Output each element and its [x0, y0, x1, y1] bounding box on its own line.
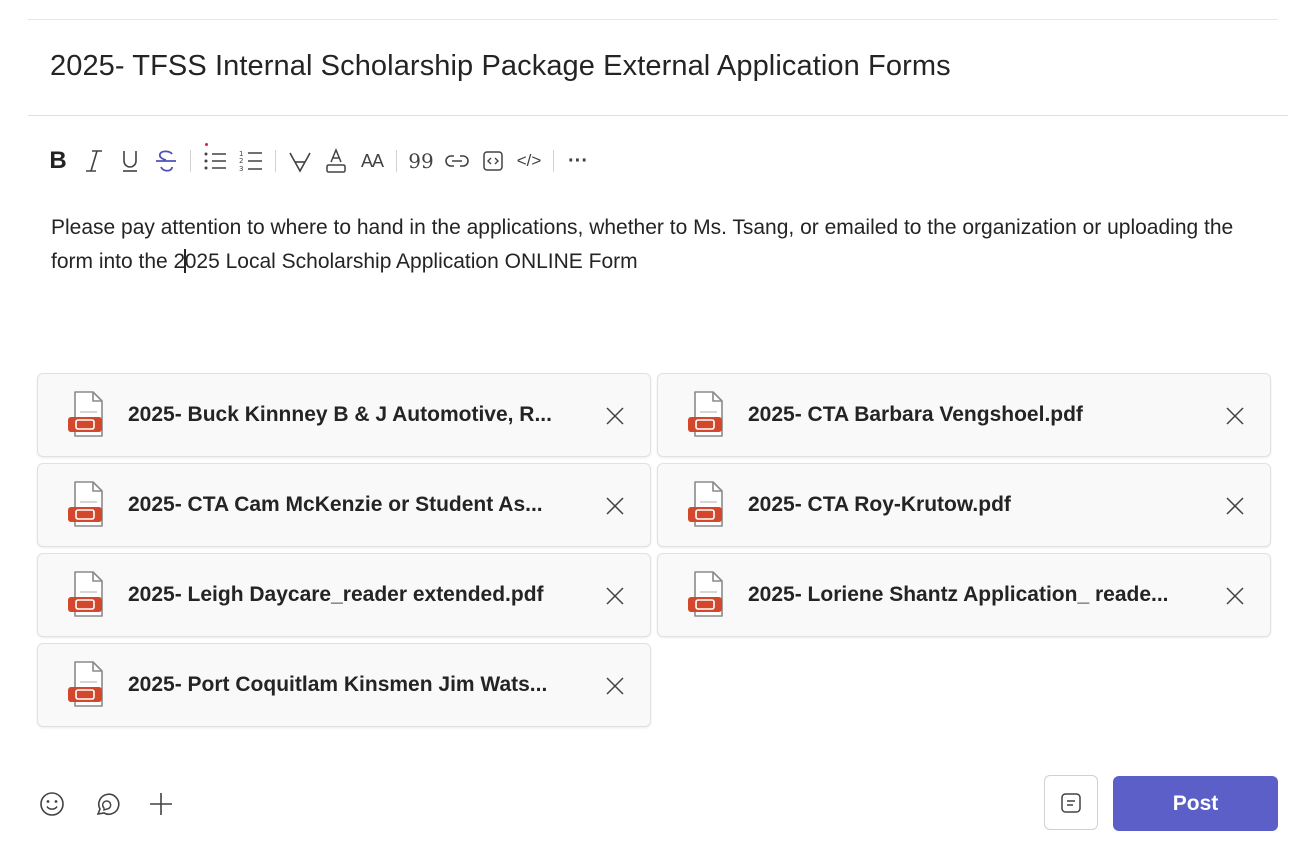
font-size-button[interactable]: AA: [354, 141, 390, 181]
toolbar-separator: [190, 150, 191, 172]
strikethrough-icon: [156, 150, 176, 172]
close-icon: [1226, 407, 1244, 425]
attachment-name: 2025- Buck Kinnney B & J Automotive, R..…: [128, 403, 552, 426]
pdf-file-icon: [66, 390, 106, 440]
remove-attachment-button[interactable]: [602, 403, 628, 429]
close-icon: [606, 497, 624, 515]
message-body[interactable]: Please pay attention to where to hand in…: [51, 211, 1271, 279]
attachment-name: 2025- Port Coquitlam Kinsmen Jim Wats...: [128, 673, 548, 696]
format-button[interactable]: [1044, 775, 1098, 830]
italic-button[interactable]: [76, 141, 112, 181]
pdf-file-icon: [686, 390, 726, 440]
format-icon: [1061, 792, 1081, 813]
bulleted-list-icon: [204, 152, 226, 170]
formatting-toolbar: B 123 AA 99 </> ···: [40, 140, 596, 182]
bulleted-list-button[interactable]: [197, 141, 233, 181]
underline-icon: [123, 151, 137, 172]
numbered-list-button[interactable]: 123: [233, 141, 269, 181]
close-icon: [606, 587, 624, 605]
underline-button[interactable]: [112, 141, 148, 181]
bold-icon: B: [49, 147, 67, 174]
link-button[interactable]: [439, 141, 475, 181]
compose-bottom-bar: Post: [0, 775, 1299, 833]
numbered-list-icon: 123: [239, 150, 262, 173]
code-button[interactable]: </>: [511, 141, 547, 181]
close-icon: [1226, 587, 1244, 605]
attachment-name: 2025- Loriene Shantz Application_ reade.…: [748, 583, 1169, 606]
font-color-button[interactable]: [318, 141, 354, 181]
link-icon: [445, 155, 469, 167]
toolbar-separator: [553, 150, 554, 172]
more-options-button[interactable]: ···: [560, 141, 596, 181]
code-icon: </>: [516, 151, 542, 170]
top-divider: [28, 19, 1278, 20]
pdf-file-icon: [66, 660, 106, 710]
close-icon: [1226, 497, 1244, 515]
emoji-button[interactable]: [37, 789, 67, 819]
remove-attachment-button[interactable]: [602, 583, 628, 609]
plus-icon: [150, 793, 172, 815]
pdf-file-icon: [66, 570, 106, 620]
close-icon: [606, 677, 624, 695]
attachment-card[interactable]: 2025- CTA Cam McKenzie or Student As...: [37, 463, 651, 547]
attachment-card[interactable]: 2025- Port Coquitlam Kinsmen Jim Wats...: [37, 643, 651, 727]
pdf-file-icon: [686, 480, 726, 530]
attachment-card[interactable]: 2025- Buck Kinnney B & J Automotive, R..…: [37, 373, 651, 457]
bold-button[interactable]: B: [40, 141, 76, 181]
attachments-grid: 2025- Buck Kinnney B & J Automotive, R..…: [37, 373, 1272, 727]
toolbar-separator: [275, 150, 276, 172]
italic-icon: [86, 150, 102, 172]
loop-component-icon: [96, 793, 120, 816]
highlight-icon: [289, 152, 311, 173]
subject-field[interactable]: 2025- TFSS Internal Scholarship Package …: [50, 50, 951, 83]
highlight-button[interactable]: [282, 141, 318, 181]
svg-text:3: 3: [239, 165, 243, 173]
attachment-name: 2025- CTA Barbara Vengshoel.pdf: [748, 403, 1083, 426]
pdf-file-icon: [686, 570, 726, 620]
quote-button[interactable]: 99: [403, 141, 439, 181]
remove-attachment-button[interactable]: [602, 493, 628, 519]
more-options-icon: ···: [568, 149, 588, 172]
remove-attachment-button[interactable]: [1222, 403, 1248, 429]
message-text-after-caret: 025 Local Scholarship Application ONLINE…: [184, 250, 638, 273]
emoji-icon: [40, 792, 64, 816]
code-snippet-icon: [483, 151, 503, 171]
remove-attachment-button[interactable]: [602, 673, 628, 699]
notification-dot: [205, 143, 208, 146]
font-size-icon: AA: [360, 150, 384, 171]
attachment-name: 2025- CTA Cam McKenzie or Student As...: [128, 493, 543, 516]
attachment-card[interactable]: 2025- Loriene Shantz Application_ reade.…: [657, 553, 1271, 637]
strikethrough-button[interactable]: [148, 141, 184, 181]
remove-attachment-button[interactable]: [1222, 493, 1248, 519]
quote-icon: 99: [408, 149, 434, 173]
add-button[interactable]: [146, 789, 176, 819]
close-icon: [606, 407, 624, 425]
loop-component-button[interactable]: [92, 789, 122, 819]
toolbar-separator: [396, 150, 397, 172]
attachment-name: 2025- Leigh Daycare_reader extended.pdf: [128, 583, 544, 606]
pdf-file-icon: [66, 480, 106, 530]
remove-attachment-button[interactable]: [1222, 583, 1248, 609]
attachment-card[interactable]: 2025- Leigh Daycare_reader extended.pdf: [37, 553, 651, 637]
attachment-card[interactable]: 2025- CTA Barbara Vengshoel.pdf: [657, 373, 1271, 457]
attachment-card[interactable]: 2025- CTA Roy-Krutow.pdf: [657, 463, 1271, 547]
code-snippet-button[interactable]: [475, 141, 511, 181]
attachment-name: 2025- CTA Roy-Krutow.pdf: [748, 493, 1011, 516]
svg-text:2: 2: [239, 157, 243, 165]
post-button[interactable]: Post: [1113, 776, 1278, 831]
subject-divider: [28, 115, 1288, 116]
font-color-icon: [326, 148, 346, 173]
